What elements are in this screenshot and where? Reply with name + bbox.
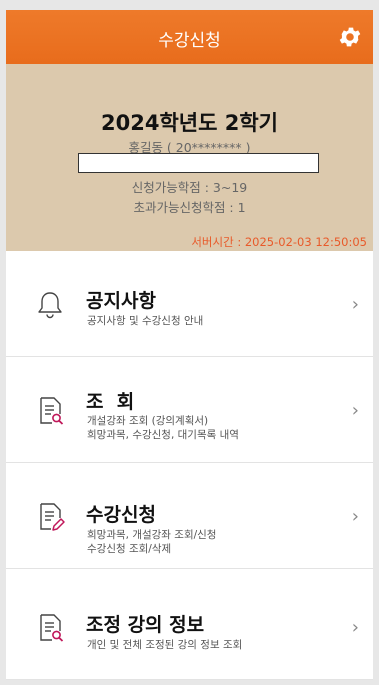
menu-subtitle-line2: 희망과목, 수강신청, 대기목록 내역: [87, 429, 239, 441]
document-search-icon: [40, 397, 64, 425]
menu-item-adjusted-course[interactable]: 조정 강의 정보 개인 및 전체 조정된 강의 정보 조회 ›: [6, 569, 373, 680]
menu-subtitle-line1: 개설강좌 조회 (강의계획서): [87, 415, 209, 427]
menu-title: 공지사항: [86, 290, 156, 312]
app-frame: 수강신청 2024학년도 2학기 홍길동 ( 20******** ) 신청가능…: [6, 10, 373, 680]
term-title: 2024학년도 2학기: [101, 111, 278, 135]
menu-subtitle: 개설강좌 조회 (강의계획서) 희망과목, 수강신청, 대기목록 내역: [87, 414, 239, 442]
app-header: 수강신청: [6, 10, 373, 64]
menu-item-notice[interactable]: 공지사항 공지사항 및 수강신청 안내 ›: [6, 251, 373, 357]
menu-subtitle: 희망과목, 개설강좌 조회/신청 수강신청 조회/삭제: [87, 528, 216, 556]
menu-subtitle-line1: 희망과목, 개설강좌 조회/신청: [87, 529, 217, 541]
menu-item-registration[interactable]: 수강신청 희망과목, 개설강좌 조회/신청 수강신청 조회/삭제 ›: [6, 463, 373, 569]
server-time: 서버시간 : 2025-02-03 12:50:05: [191, 235, 367, 249]
menu-subtitle: 공지사항 및 수강신청 안내: [87, 315, 204, 327]
menu-subtitle: 개인 및 전체 조정된 강의 정보 조회: [87, 639, 243, 651]
header-title: 수강신청: [158, 31, 221, 51]
credits-available: 신청가능학점 : 3~19: [131, 180, 248, 195]
menu-title: 조정 강의 정보: [86, 614, 205, 636]
credit-info: 신청가능학점 : 3~19 초과가능신청학점 : 1: [6, 178, 373, 218]
menu-subtitle-line2: 수강신청 조회/삭제: [87, 543, 172, 555]
chevron-right-icon: ›: [351, 400, 359, 421]
document-search-icon: [40, 614, 64, 642]
redacted-box: [78, 153, 319, 173]
menu-item-inquiry[interactable]: 조 회 개설강좌 조회 (강의계획서) 희망과목, 수강신청, 대기목록 내역 …: [6, 357, 373, 463]
gear-icon[interactable]: [337, 24, 363, 50]
chevron-right-icon: ›: [351, 294, 359, 315]
bell-icon: [38, 292, 62, 319]
credits-over: 초과가능신청학점 : 1: [133, 200, 246, 215]
chevron-right-icon: ›: [351, 617, 359, 638]
student-info-panel: 2024학년도 2학기 홍길동 ( 20******** ) 신청가능학점 : …: [6, 64, 373, 251]
menu-title: 조 회: [86, 391, 135, 413]
chevron-right-icon: ›: [351, 506, 359, 527]
menu-title: 수강신청: [86, 504, 156, 526]
document-edit-icon: [40, 503, 65, 531]
